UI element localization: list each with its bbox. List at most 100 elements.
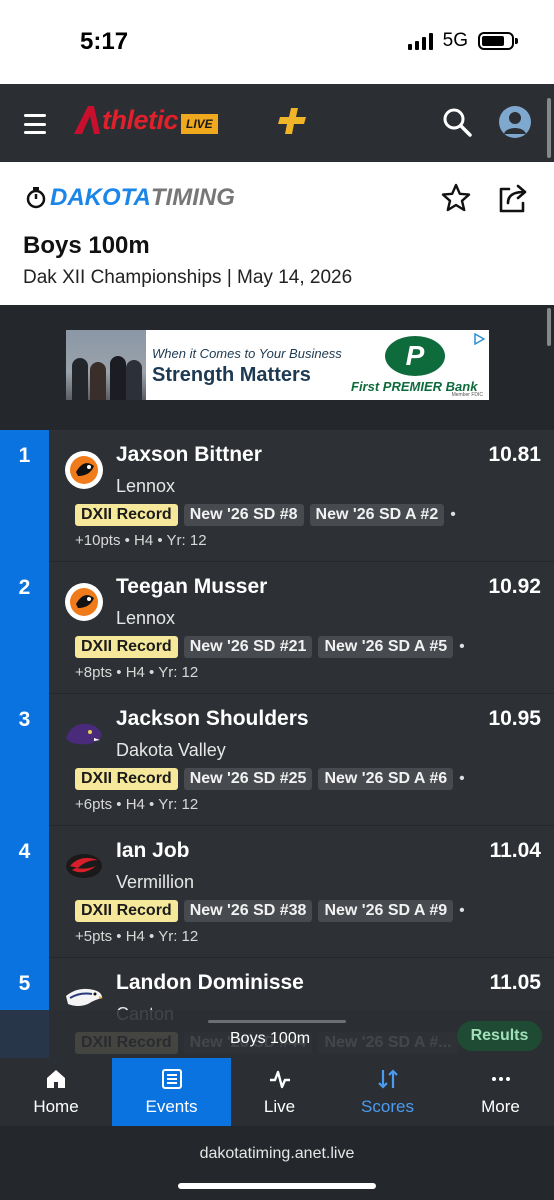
separator-dot: • <box>459 770 465 787</box>
status-indicators: 5G <box>407 30 518 52</box>
athlete-name[interactable]: Landon Dominisse <box>116 971 304 995</box>
separator-dot: • <box>459 902 465 919</box>
sd-class-rank-badge: New '26 SD A #6 <box>318 768 454 790</box>
result-mark: 10.95 <box>488 707 541 730</box>
sd-rank-badge: New '26 SD #21 <box>183 636 313 658</box>
scrollbar[interactable] <box>547 98 551 158</box>
dakota-valley-panther-logo <box>64 714 104 754</box>
result-row[interactable]: 4 Ian Job 11.04 Vermillion DXII Record New '2… <box>0 826 554 958</box>
ad-line-2: Strength Matters <box>152 364 311 386</box>
result-row[interactable]: 1 Jaxson Bittner 10.81 Lennox DXII Record New… <box>0 430 554 562</box>
sd-class-rank-badge: New '26 SD A #2 <box>309 504 445 526</box>
list-icon <box>161 1069 182 1089</box>
pulse-icon <box>269 1070 290 1089</box>
logo-live-badge: LIVE <box>181 114 218 134</box>
tab-label: Home <box>33 1097 79 1116</box>
sd-class-rank-badge: New '26 SD A #5 <box>318 636 454 658</box>
team-name[interactable]: Vermillion <box>116 872 194 893</box>
dakota-timing-brand-1: DAKOTA <box>50 184 151 211</box>
scrollbar-inner[interactable] <box>547 308 551 346</box>
tab-live[interactable]: Live <box>231 1058 328 1126</box>
result-meta: +5pts • H4 • Yr: 12 <box>75 928 199 945</box>
athletic-live-logo[interactable]: thletic LIVE <box>72 104 218 136</box>
badges: DXII Record New '26 SD #8 New '26 SD A #2 • <box>75 504 456 526</box>
result-meta: +10pts • H4 • Yr: 12 <box>75 532 207 549</box>
athlete-name[interactable]: Jackson Shoulders <box>116 707 309 731</box>
place-number: 3 <box>0 694 49 826</box>
ad-photo <box>66 330 146 400</box>
record-badge: DXII Record <box>75 504 178 526</box>
place-number: 1 <box>0 430 49 562</box>
sd-rank-badge: New '26 SD #8 <box>183 504 304 526</box>
record-badge: DXII Record <box>75 768 178 790</box>
share-icon[interactable] <box>496 181 530 215</box>
result-meta: +6pts • H4 • Yr: 12 <box>75 796 199 813</box>
tab-label: Live <box>263 1097 296 1116</box>
athletic-a-icon <box>74 106 100 134</box>
bank-logo: P <box>385 336 445 376</box>
result-mark: 11.04 <box>489 839 541 862</box>
home-icon <box>47 1070 65 1088</box>
badges: DXII Record New '26 SD #38 New '26 SD A #9… <box>75 900 465 922</box>
badges: DXII Record New '26 SD #21 New '26 SD A #5… <box>75 636 465 658</box>
dakota-timing-logo: DAKOTA TIMING <box>26 184 235 212</box>
signal-icon <box>407 32 433 50</box>
team-name[interactable]: Lennox <box>116 608 175 629</box>
ad-banner[interactable]: When it Comes to Your Business Strength … <box>66 330 489 400</box>
team-name[interactable]: Lennox <box>116 476 175 497</box>
separator-dot: • <box>459 638 465 655</box>
tab-scores[interactable]: Scores <box>328 1058 447 1126</box>
adchoices-icon[interactable] <box>473 333 485 345</box>
mini-player-label: Boys 100m <box>230 1030 311 1047</box>
sd-rank-badge: New '26 SD #38 <box>183 900 313 922</box>
event-title: Boys 100m <box>23 232 150 259</box>
badges: DXII Record New '26 SD #25 New '26 SD A #6… <box>75 768 465 790</box>
event-subtitle: Dak XII Championships | May 14, 2026 <box>23 267 353 288</box>
athlete-name[interactable]: Teegan Musser <box>116 575 267 599</box>
tab-label: Events <box>145 1097 198 1116</box>
sd-rank-badge: New '26 SD #25 <box>183 768 313 790</box>
result-meta: +8pts • H4 • Yr: 12 <box>75 664 199 681</box>
favorite-star-icon[interactable] <box>440 182 472 214</box>
tab-home[interactable]: Home <box>0 1058 112 1126</box>
record-badge: DXII Record <box>75 636 178 658</box>
result-mark: 10.81 <box>488 443 541 466</box>
status-time: 5:17 <box>80 28 129 55</box>
tab-more[interactable]: More <box>447 1058 554 1126</box>
search-icon[interactable] <box>442 107 472 137</box>
tab-label: Scores <box>361 1097 414 1116</box>
plus-icon[interactable] <box>277 106 307 136</box>
url-text[interactable]: dakotatiming.anet.live <box>0 1145 554 1163</box>
team-name[interactable]: Dakota Valley <box>116 740 226 761</box>
menu-icon[interactable] <box>24 114 46 134</box>
sd-class-rank-badge: New '26 SD A #9 <box>318 900 454 922</box>
results-list: 1 Jaxson Bittner 10.81 Lennox DXII Record New… <box>0 430 554 1090</box>
result-mark: 10.92 <box>488 575 541 598</box>
network-label: 5G <box>442 30 468 51</box>
home-indicator[interactable] <box>178 1183 376 1189</box>
place-number: 2 <box>0 562 49 694</box>
tab-label: More <box>481 1097 520 1116</box>
lennox-orioles-logo <box>64 450 104 490</box>
result-row[interactable]: 2 Teegan Musser 10.92 Lennox DXII Record New … <box>0 562 554 694</box>
sort-icon <box>377 1069 398 1089</box>
tab-events[interactable]: Events <box>112 1058 231 1126</box>
account-icon[interactable] <box>499 106 531 138</box>
result-row[interactable]: 3 Jackson Shoulders 10.95 Dakota Valley DXII… <box>0 694 554 826</box>
place-number: 4 <box>0 826 49 958</box>
separator-dot: • <box>450 506 456 523</box>
drag-handle[interactable] <box>208 1020 346 1023</box>
stopwatch-icon <box>26 187 46 209</box>
lennox-orioles-logo <box>64 582 104 622</box>
record-badge: DXII Record <box>75 900 178 922</box>
more-icon <box>491 1077 510 1081</box>
ad-line-1: When it Comes to Your Business <box>152 346 342 361</box>
result-mark: 11.05 <box>489 971 541 994</box>
ad-fdic: Member FDIC <box>451 392 483 398</box>
tab-bar: Home Events Live Scores More <box>0 1058 554 1126</box>
athlete-name[interactable]: Ian Job <box>116 839 190 863</box>
athlete-name[interactable]: Jaxson Bittner <box>116 443 262 467</box>
dakota-timing-brand-2: TIMING <box>150 184 235 211</box>
results-button[interactable]: Results <box>457 1021 542 1051</box>
vermillion-logo <box>64 846 104 886</box>
